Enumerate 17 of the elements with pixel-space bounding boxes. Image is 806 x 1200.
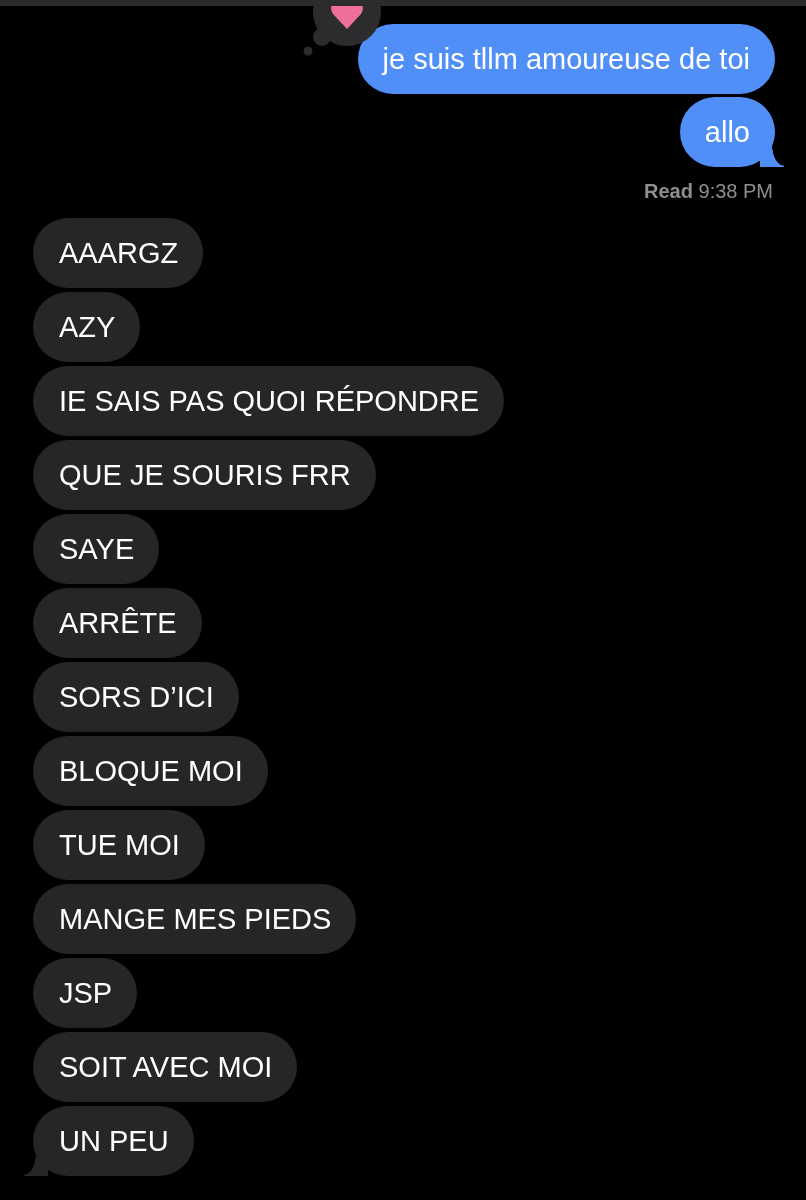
message-bubble: AZY [33, 292, 141, 362]
message-bubble: BLOQUE MOI [33, 736, 268, 806]
message-bubble: MANGE MES PIEDS [33, 884, 357, 954]
message-bubble: ARRÊTE [33, 588, 202, 658]
message-bubble: SAYE [33, 514, 160, 584]
heart-reaction-icon[interactable] [302, 6, 382, 56]
message-bubble: TUE MOI [33, 810, 205, 880]
message-bubble: UN PEU [24, 1106, 194, 1176]
message-bubble: SORS D’ICI [33, 662, 239, 732]
message-bubble: SOIT AVEC MOI [33, 1032, 298, 1102]
message-bubble: je suis tllm amoureuse de toi [357, 24, 775, 94]
read-receipt: Read 9:38 PM [644, 179, 773, 204]
message-bubble: JSP [33, 958, 138, 1028]
message-bubble: IE SAIS PAS QUOI RÉPONDRE [33, 366, 505, 436]
message-bubble: allo [679, 97, 784, 167]
message-bubble: QUE JE SOURIS FRR [33, 440, 376, 510]
message-bubble: AAARGZ [33, 218, 204, 288]
